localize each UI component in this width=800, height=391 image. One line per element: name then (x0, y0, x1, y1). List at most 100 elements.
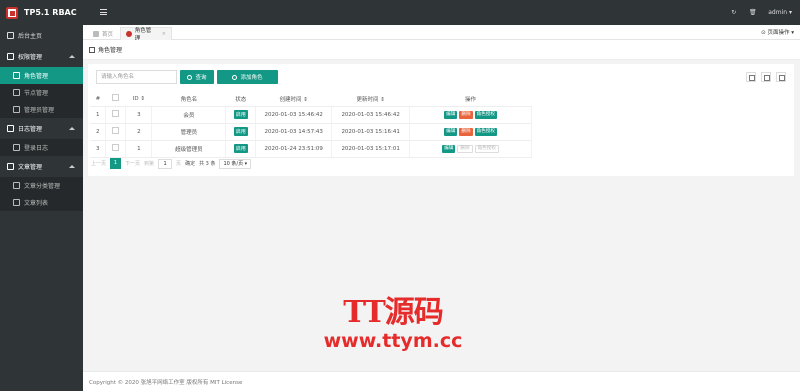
search-input[interactable] (96, 70, 177, 84)
sidebar-item-roles[interactable]: 角色管理 (0, 67, 83, 84)
authorize-button[interactable]: 角色授权 (474, 127, 497, 136)
goto-confirm-button[interactable]: 确定 (185, 160, 195, 167)
sidebar-group-label: 权限管理 (18, 54, 43, 61)
row-status: 启用 (225, 123, 257, 141)
row-select[interactable] (105, 106, 127, 124)
sidebar-submenu: 文章分类管理 文章列表 (0, 177, 83, 211)
authorize-button[interactable]: 角色授权 (474, 144, 499, 153)
watermark-title: TT源码 (343, 295, 444, 330)
delete-button[interactable]: 删除 (459, 110, 473, 119)
print-icon[interactable] (776, 72, 786, 82)
row-select[interactable] (105, 123, 127, 141)
table-row: 2 2 管理员 启用 2020-01-03 14:57:43 2020-01-03 15:… (90, 123, 532, 141)
node-icon (13, 89, 20, 96)
sidebar-item-article-list[interactable]: 文章列表 (0, 194, 83, 211)
col-created[interactable]: 创建时间 ⇕ (255, 92, 332, 107)
home-icon (7, 32, 14, 39)
sidebar-item-article-categories[interactable]: 文章分类管理 (0, 177, 83, 194)
row-checkbox[interactable] (112, 110, 120, 117)
col-select[interactable] (105, 92, 126, 107)
goto-page-input[interactable]: 1 (158, 158, 173, 169)
sidebar-item-label: 登录日志 (24, 145, 49, 152)
watermark-url: www.ttym.cc (323, 330, 463, 352)
next-page-button[interactable]: 下一页 (125, 160, 140, 167)
user-name: admin (768, 9, 788, 16)
row-status: 启用 (225, 140, 257, 158)
columns-icon[interactable] (746, 72, 756, 82)
sidebar-group-articles[interactable]: 文章管理 (0, 156, 83, 177)
sidebar-item-nodes[interactable]: 节点管理 (0, 84, 83, 101)
row-role-name: 管理员 (151, 123, 227, 141)
status-badge[interactable]: 启用 (233, 127, 248, 136)
prev-page-button[interactable]: 上一页 (91, 160, 106, 167)
authorize-button[interactable]: 角色授权 (474, 110, 497, 119)
sidebar-item-label: 后台主页 (18, 33, 43, 40)
row-checkbox[interactable] (112, 144, 120, 151)
top-bar: TP5.1 RBAC ↻ 🗑 admin ▾ (0, 0, 800, 25)
app-logo[interactable]: TP5.1 RBAC (0, 0, 83, 25)
query-button[interactable]: 查询 (180, 70, 214, 84)
watermark: TT源码 www.ttym.cc (318, 295, 468, 353)
tab-role-management[interactable]: 角色管理 × (120, 27, 172, 42)
row-role-name: 超级管理员 (151, 140, 227, 158)
col-updated[interactable]: 更新时间 ⇕ (331, 92, 410, 107)
app-title: TP5.1 RBAC (24, 8, 77, 17)
role-table: # ID ⇕ 角色名 状态 创建时间 ⇕ 更新时间 ⇕ 操作 1 3 会员 启用 202… (90, 92, 532, 158)
delete-button[interactable]: 删除 (459, 127, 473, 136)
sidebar-group-label: 文章管理 (18, 164, 43, 171)
row-created: 2020-01-24 23:51:09 (255, 140, 333, 158)
edit-button[interactable]: 编辑 (444, 127, 458, 136)
status-badge[interactable]: 启用 (233, 144, 248, 153)
sidebar-item-home[interactable]: 后台主页 (0, 25, 83, 46)
logo-icon (6, 6, 18, 19)
row-actions: 编辑 删除 角色授权 (409, 123, 532, 141)
pagination: 上一页 1 下一页 到第 1 页 确定 共 3 条 10 条/页 ▾ (91, 158, 255, 169)
users-icon (126, 31, 132, 37)
page-operations-label: 页面操作 (767, 30, 790, 36)
edit-button[interactable]: 编辑 (444, 110, 458, 119)
page-size-select[interactable]: 10 条/页 ▾ (219, 158, 252, 169)
folder-icon (13, 182, 20, 189)
sidebar-item-login-log[interactable]: 登录日志 (0, 139, 83, 156)
refresh-icon[interactable]: ↻ (728, 9, 739, 16)
menu-toggle-icon[interactable] (100, 9, 107, 15)
delete-button[interactable]: 删除 (457, 144, 473, 153)
row-created: 2020-01-03 15:46:42 (255, 106, 333, 124)
gear-icon (7, 53, 14, 60)
table-row: 3 1 超级管理员 启用 2020-01-24 23:51:09 2020-01-03 1… (90, 140, 532, 158)
row-checkbox[interactable] (112, 127, 120, 134)
page-unit-label: 页 (176, 161, 182, 167)
row-id: 1 (125, 140, 153, 158)
table-header-row: # ID ⇕ 角色名 状态 创建时间 ⇕ 更新时间 ⇕ 操作 (90, 92, 532, 107)
status-badge[interactable]: 启用 (233, 110, 248, 119)
sidebar-submenu: 登录日志 (0, 139, 83, 156)
sidebar-item-label: 文章列表 (24, 200, 49, 207)
user-menu[interactable]: admin ▾ (768, 9, 792, 16)
sidebar-group-permissions[interactable]: 权限管理 (0, 46, 83, 67)
row-updated: 2020-01-03 15:16:41 (331, 123, 411, 141)
edit-button[interactable]: 编辑 (442, 144, 456, 153)
list-icon (13, 199, 20, 206)
col-id[interactable]: ID ⇕ (125, 92, 152, 107)
add-role-button[interactable]: 添加角色 (217, 70, 278, 84)
row-role-name: 会员 (151, 106, 227, 124)
caret-up-icon (69, 165, 75, 168)
export-icon[interactable] (761, 72, 771, 82)
search-icon (187, 74, 193, 80)
tab-home[interactable]: 首页 (88, 27, 118, 40)
row-select[interactable] (105, 140, 127, 158)
trash-icon[interactable]: 🗑 (747, 9, 758, 16)
query-button-label: 查询 (195, 75, 207, 81)
add-role-button-label: 添加角色 (240, 75, 263, 81)
sidebar-item-admins[interactable]: 管理员管理 (0, 101, 83, 118)
sidebar-item-label: 文章分类管理 (24, 183, 61, 190)
close-icon[interactable]: × (162, 31, 166, 37)
col-index: # (90, 92, 106, 107)
select-all-checkbox[interactable] (112, 94, 120, 102)
content-panel: 查询 添加角色 # ID ⇕ 角色名 状态 创建时间 ⇕ 更新时间 ⇕ 操作 1… (88, 64, 794, 176)
page-1-button[interactable]: 1 (110, 158, 122, 169)
chevron-down-icon: ▾ (788, 9, 792, 16)
page-operations-menu[interactable]: ⊙ 页面操作 ▾ (761, 28, 794, 36)
sidebar-group-logs[interactable]: 日志管理 (0, 118, 83, 139)
row-actions: 编辑 删除 角色授权 (409, 106, 532, 124)
